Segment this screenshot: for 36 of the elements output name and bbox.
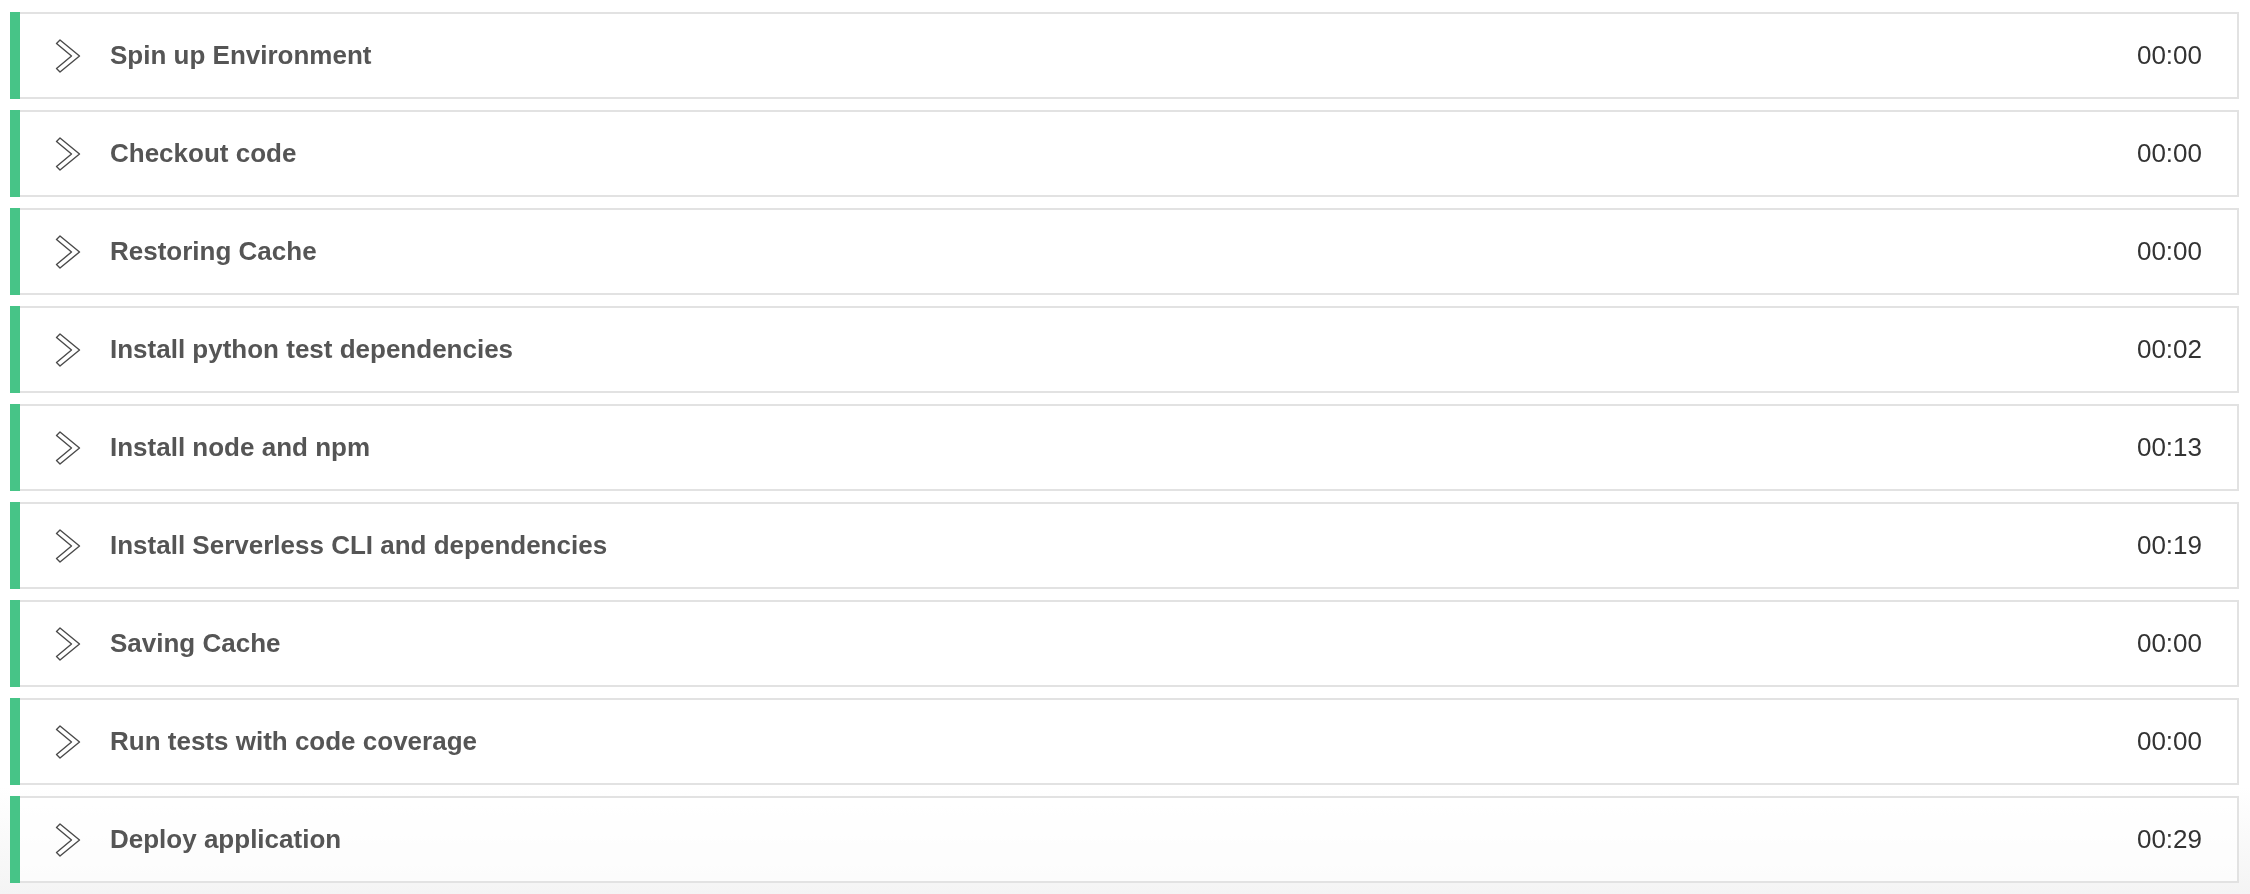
- step-row[interactable]: Run tests with code coverage 00:00: [10, 698, 2239, 785]
- chevron-icon[interactable]: [55, 234, 81, 269]
- step-name: Install python test dependencies: [110, 333, 514, 366]
- step-duration: 00:00: [2136, 627, 2202, 660]
- step-duration: 00:00: [2136, 235, 2202, 268]
- step-duration: 00:29: [2136, 823, 2202, 856]
- chevron-icon[interactable]: [55, 822, 81, 857]
- step-name: Checkout code: [110, 137, 297, 170]
- step-row[interactable]: Checkout code 00:00: [10, 110, 2239, 197]
- step-duration: 00:13: [2136, 431, 2202, 464]
- chevron-icon[interactable]: [55, 528, 81, 563]
- chevron-icon[interactable]: [55, 430, 81, 465]
- chevron-icon[interactable]: [55, 724, 81, 759]
- chevron-icon[interactable]: [55, 626, 81, 661]
- step-name: Install Serverless CLI and dependencies: [110, 529, 608, 562]
- chevron-icon[interactable]: [55, 38, 81, 73]
- step-duration: 00:02: [2136, 333, 2202, 366]
- step-row[interactable]: Install python test dependencies 00:02: [10, 306, 2239, 393]
- step-name: Install node and npm: [110, 431, 370, 464]
- step-row[interactable]: Deploy application 00:29: [10, 796, 2239, 883]
- step-duration: 00:00: [2136, 725, 2202, 758]
- step-name: Restoring Cache: [110, 235, 317, 268]
- step-row[interactable]: Saving Cache 00:00: [10, 600, 2239, 687]
- step-duration: 00:19: [2136, 529, 2202, 562]
- chevron-icon[interactable]: [55, 332, 81, 367]
- step-name: Spin up Environment: [110, 39, 372, 72]
- step-duration: 00:00: [2136, 39, 2202, 72]
- step-name: Run tests with code coverage: [110, 725, 477, 758]
- step-row[interactable]: Install node and npm 00:13: [10, 404, 2239, 491]
- step-name: Saving Cache: [110, 627, 281, 660]
- chevron-icon[interactable]: [55, 136, 81, 171]
- step-row[interactable]: Install Serverless CLI and dependencies 00:19: [10, 502, 2239, 589]
- step-duration: 00:00: [2136, 137, 2202, 170]
- step-row[interactable]: Restoring Cache 00:00: [10, 208, 2239, 295]
- step-name: Deploy application: [110, 823, 342, 856]
- step-row[interactable]: Spin up Environment 00:00: [10, 12, 2239, 99]
